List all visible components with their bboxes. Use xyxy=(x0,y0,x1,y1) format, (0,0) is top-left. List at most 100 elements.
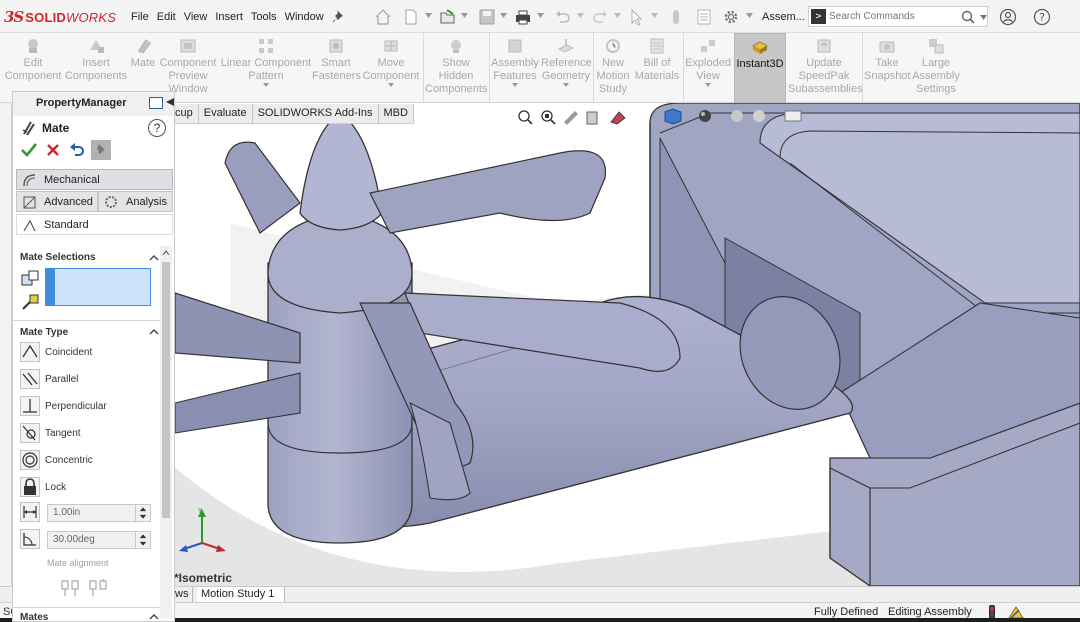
view-settings-icon[interactable] xyxy=(784,110,802,122)
chevron-up-icon[interactable] xyxy=(149,254,159,261)
zoom-to-area-icon[interactable] xyxy=(541,110,556,125)
mate-coincident[interactable]: Coincident xyxy=(20,342,150,364)
show-hidden-components-button[interactable]: Show Hidden Components xyxy=(425,33,487,103)
search-commands[interactable]: > xyxy=(808,6,988,27)
mate-tangent[interactable]: Tangent xyxy=(20,423,150,445)
print-icon[interactable] xyxy=(514,8,532,26)
tab-advanced[interactable]: Advanced xyxy=(16,191,98,212)
open-icon[interactable] xyxy=(439,8,457,26)
tab-mechanical-label: Mechanical xyxy=(44,174,100,186)
solidworks-logo[interactable]: 3S SOLIDWORKS xyxy=(4,8,116,26)
rebuild-status-icon[interactable] xyxy=(986,605,998,619)
chevron-down-icon[interactable] xyxy=(461,13,468,18)
chevron-down-icon[interactable] xyxy=(705,83,711,87)
chevron-up-icon[interactable] xyxy=(149,328,159,335)
cancel-button[interactable] xyxy=(43,140,63,160)
help-icon[interactable]: ? xyxy=(148,119,166,137)
tab-motion-study-1[interactable]: Motion Study 1 xyxy=(197,587,286,602)
menu-edit[interactable]: Edit xyxy=(157,11,176,23)
smart-fasteners-button[interactable]: Smart Fasteners xyxy=(312,33,361,103)
search-icon[interactable] xyxy=(961,10,975,24)
tab-standard[interactable]: Standard xyxy=(16,214,173,235)
menu-file[interactable]: File xyxy=(131,11,149,23)
save-icon[interactable] xyxy=(478,8,496,26)
home-icon[interactable] xyxy=(374,8,392,26)
menu-window[interactable]: Window xyxy=(285,11,324,23)
take-snapshot-button[interactable]: Take Snapshot xyxy=(864,33,910,103)
mate-selections-list[interactable] xyxy=(45,268,151,306)
chevron-up-icon[interactable] xyxy=(149,613,159,620)
chevron-down-icon[interactable] xyxy=(980,15,987,20)
chevron-down-icon[interactable] xyxy=(500,13,507,18)
tab-mechanical[interactable]: Mechanical xyxy=(16,169,173,190)
new-motion-study-button[interactable]: New Motion Study xyxy=(595,33,631,103)
chevron-down-icon[interactable] xyxy=(563,83,569,87)
dynamic-annotation-icon[interactable] xyxy=(610,111,626,125)
select-arrow-icon[interactable] xyxy=(628,8,646,26)
redo-icon[interactable] xyxy=(592,8,610,26)
file-properties-icon[interactable] xyxy=(695,8,713,26)
hide-show-items-icon[interactable] xyxy=(731,110,743,122)
anti-aligned-icon[interactable] xyxy=(89,579,107,596)
chevron-down-icon[interactable] xyxy=(388,83,394,87)
property-manager-scrollbar[interactable] xyxy=(160,246,172,618)
exploded-view-button[interactable]: Exploded View xyxy=(685,33,731,103)
chevron-right-icon[interactable] xyxy=(166,96,174,108)
previous-view-icon[interactable] xyxy=(564,111,578,125)
instant3d-button[interactable]: Instant3D xyxy=(734,33,786,103)
chevron-down-icon[interactable] xyxy=(614,13,621,18)
linear-component-pattern-button[interactable]: Linear Component Pattern xyxy=(220,33,312,103)
display-style-icon[interactable] xyxy=(699,110,711,122)
scroll-up-icon[interactable] xyxy=(162,250,170,256)
mate-perpendicular[interactable]: Perpendicular xyxy=(20,396,150,418)
instant3d-icon xyxy=(752,41,768,54)
rebuild-icon[interactable] xyxy=(667,8,685,26)
ok-button[interactable] xyxy=(19,140,39,160)
aligned-icon[interactable] xyxy=(61,580,79,596)
large-assembly-settings-button[interactable]: Large Assembly Settings xyxy=(912,33,960,103)
assembly-features-button[interactable]: Assembly Features xyxy=(491,33,539,103)
mate-lock[interactable]: Lock xyxy=(20,477,150,499)
chevron-down-icon[interactable] xyxy=(577,13,584,18)
menu-insert[interactable]: Insert xyxy=(215,11,243,23)
menu-tools[interactable]: Tools xyxy=(251,11,277,23)
tab-markup[interactable]: cup xyxy=(175,104,199,124)
tab-model-views[interactable]: ws xyxy=(175,587,194,602)
distance-spinner[interactable] xyxy=(135,504,150,522)
reference-geometry-button[interactable]: Reference Geometry xyxy=(541,33,592,103)
distance-field[interactable]: 1.00in xyxy=(20,502,160,524)
chevron-down-icon[interactable] xyxy=(512,83,518,87)
config-manager-icon[interactable] xyxy=(149,97,163,109)
tab-analysis[interactable]: Analysis xyxy=(98,191,173,212)
tab-evaluate[interactable]: Evaluate xyxy=(199,104,253,124)
bill-of-materials-button[interactable]: Bill of Materials xyxy=(633,33,681,103)
zoom-to-fit-icon[interactable] xyxy=(518,110,533,125)
help-icon[interactable]: ? xyxy=(1033,8,1051,26)
angle-field[interactable]: 30.00deg xyxy=(20,529,160,551)
chevron-down-icon[interactable] xyxy=(651,13,658,18)
search-input[interactable] xyxy=(829,9,959,24)
scrollbar-thumb[interactable] xyxy=(162,262,170,518)
pin-icon[interactable] xyxy=(333,9,345,23)
tab-solidworks-add-ins[interactable]: SOLIDWORKS Add-Ins xyxy=(253,104,379,124)
section-view-icon[interactable] xyxy=(586,111,598,125)
chevron-down-icon[interactable] xyxy=(425,13,432,18)
undo-button[interactable] xyxy=(67,140,87,160)
edit-appearance-icon[interactable] xyxy=(753,110,765,122)
mate-parallel[interactable]: Parallel xyxy=(20,369,150,391)
new-document-icon[interactable] xyxy=(402,8,420,26)
chevron-down-icon[interactable] xyxy=(263,83,269,87)
tab-mbd[interactable]: MBD xyxy=(379,104,414,124)
gear-icon[interactable] xyxy=(722,8,740,26)
user-icon[interactable] xyxy=(999,8,1017,26)
pushpin-button[interactable] xyxy=(91,140,111,160)
chevron-down-icon[interactable] xyxy=(746,13,753,18)
angle-spinner[interactable] xyxy=(135,531,150,549)
update-speedpak-button[interactable]: Update SpeedPak Subassemblies xyxy=(788,33,863,103)
undo-icon[interactable] xyxy=(553,8,571,26)
menu-view[interactable]: View xyxy=(184,11,208,23)
chevron-down-icon[interactable] xyxy=(537,13,544,18)
move-component-button[interactable]: Move Component xyxy=(362,33,420,103)
mate-concentric[interactable]: Concentric xyxy=(20,450,150,472)
view-orientation-icon[interactable] xyxy=(664,108,682,125)
